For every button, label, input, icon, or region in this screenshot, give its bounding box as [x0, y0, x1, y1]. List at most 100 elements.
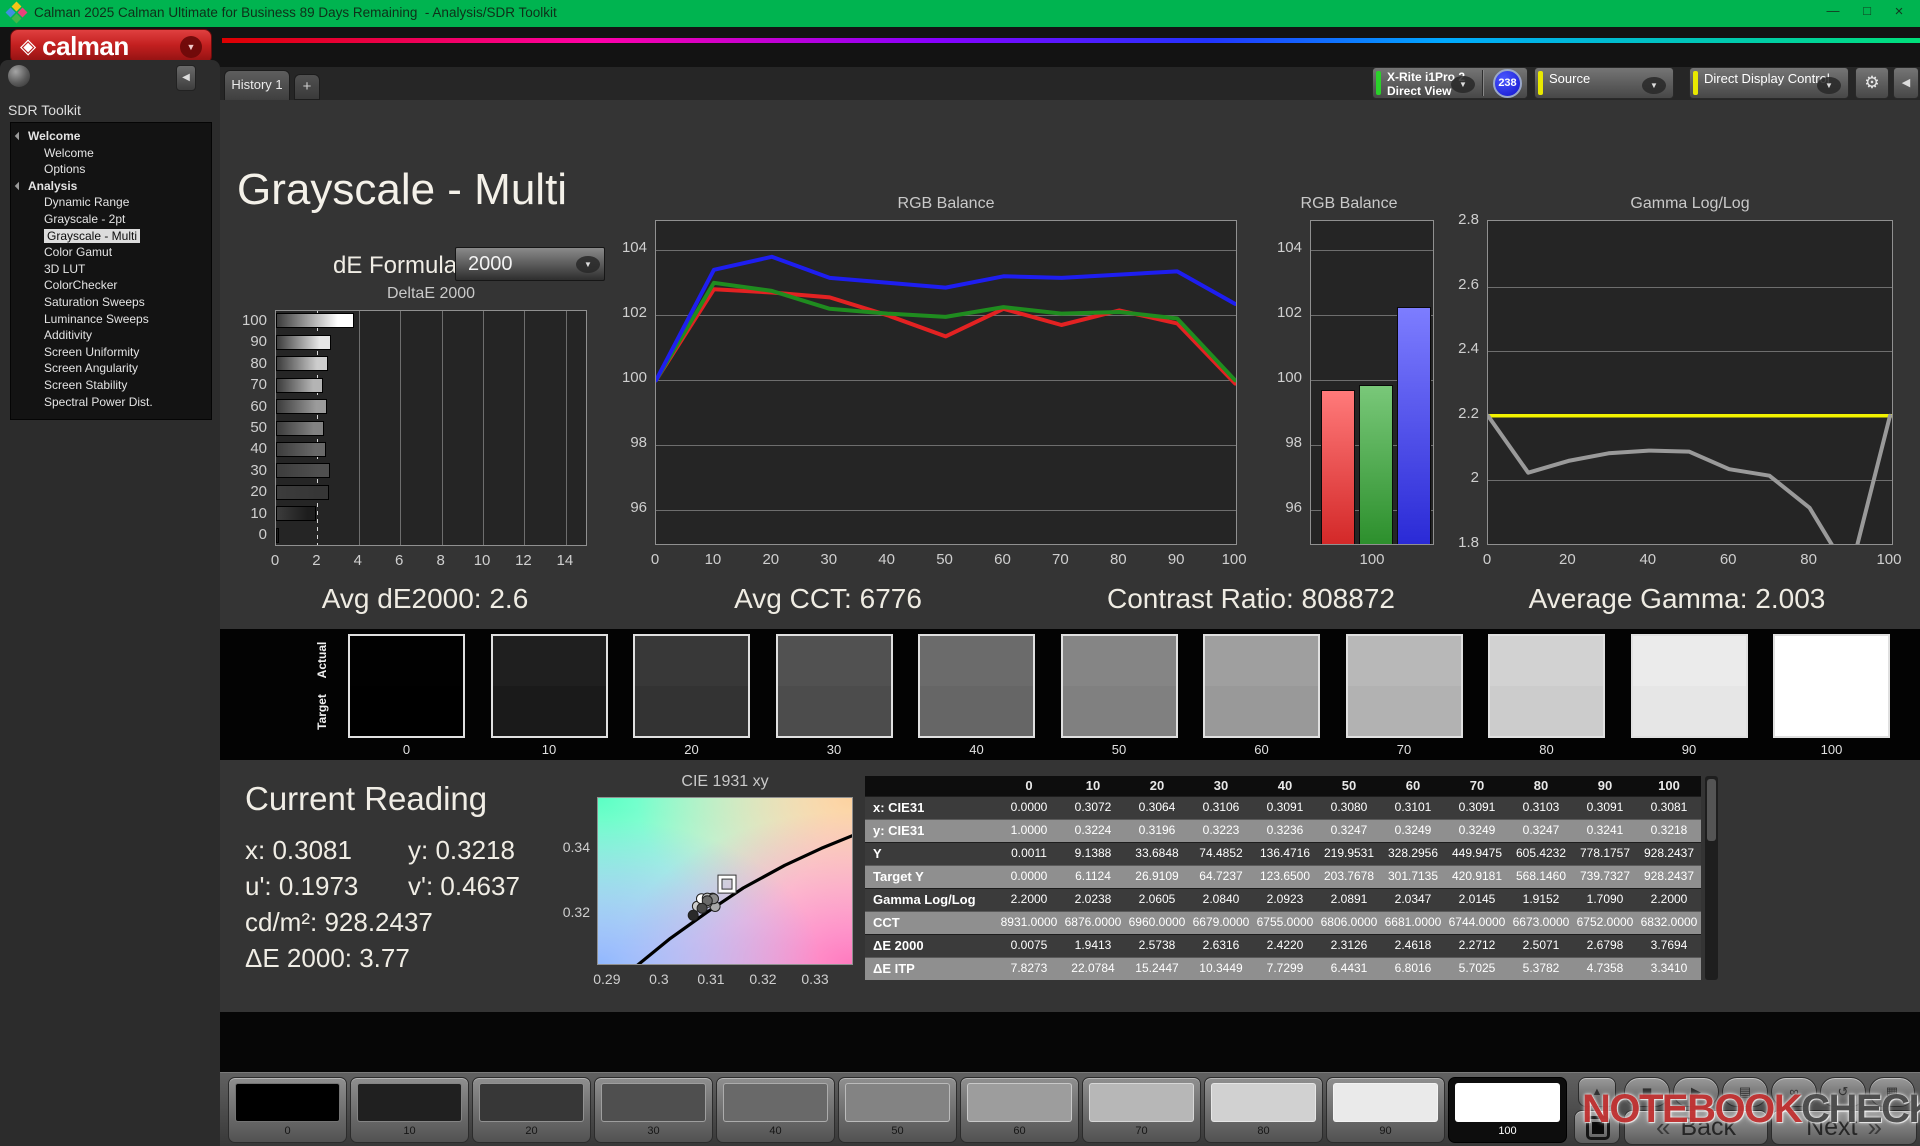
next-button[interactable]: Next » — [1771, 1110, 1917, 1145]
sidebar-item-grayscale-2pt[interactable]: Grayscale - 2pt — [11, 211, 211, 228]
pattern-button-60[interactable]: 60 — [960, 1077, 1079, 1143]
swatch-60 — [1203, 634, 1320, 738]
swatch-target — [1062, 686, 1176, 736]
table-cell: 6960.0000 — [1125, 911, 1189, 934]
table-row-label: ΔE 2000 — [865, 934, 997, 957]
table-row-label: Y — [865, 842, 997, 865]
tab-history-1[interactable]: History 1 — [224, 70, 290, 100]
add-tab-button[interactable]: + — [294, 74, 320, 100]
rgb-bar-green — [1359, 385, 1393, 544]
sidebar-item-welcome[interactable]: Welcome — [11, 128, 211, 145]
swatch-actual — [1775, 636, 1888, 686]
sidebar-item-analysis[interactable]: Analysis — [11, 178, 211, 195]
calman-menu-button[interactable]: ◈ calman ▼ — [10, 29, 212, 64]
transport-button-3[interactable]: ▤ — [1722, 1077, 1768, 1107]
close-button[interactable]: × — [1884, 3, 1914, 23]
scrollbar-thumb[interactable] — [1707, 779, 1716, 841]
pattern-button-90[interactable]: 90 — [1326, 1077, 1445, 1143]
source-dropdown[interactable]: Source ▼ — [1534, 67, 1674, 99]
pattern-button-50[interactable]: 50 — [838, 1077, 957, 1143]
sidebar-item-luminance-sweeps[interactable]: Luminance Sweeps — [11, 311, 211, 328]
pattern-button-30[interactable]: 30 — [594, 1077, 713, 1143]
transport-button-6[interactable]: ▦ — [1869, 1077, 1915, 1107]
axis-tick-label: 104 — [621, 239, 647, 257]
pattern-button-40[interactable]: 40 — [716, 1077, 835, 1143]
swatch-100 — [1773, 634, 1890, 738]
sidebar-collapse-button[interactable]: ◀ — [176, 65, 196, 91]
swatch-actual — [1205, 636, 1318, 686]
meter-dropdown[interactable]: X-Rite i1Pro 2 Direct View ▼ 238 — [1372, 67, 1528, 99]
transport-button-5[interactable]: ↺ — [1820, 1077, 1866, 1107]
gridline — [524, 311, 526, 545]
axis-tick-label: 0.32 — [562, 904, 590, 920]
axis-tick-label: 10 — [473, 552, 491, 569]
sidebar-item-additivity[interactable]: Additivity — [11, 327, 211, 344]
pattern-button-20[interactable]: 20 — [472, 1077, 591, 1143]
eject-button[interactable]: ▲ — [1578, 1077, 1616, 1107]
swatch-label: 30 — [826, 742, 842, 757]
axis-tick-label: 100 — [1276, 369, 1302, 387]
chevron-down-icon: ▼ — [180, 35, 202, 58]
table-cell: 6876.0000 — [1061, 911, 1125, 934]
table-column-header: 100 — [1637, 776, 1701, 796]
sidebar-item-screen-angularity[interactable]: Screen Angularity — [11, 360, 211, 377]
sidebar-item-saturation-sweeps[interactable]: Saturation Sweeps — [11, 294, 211, 311]
table-cell: 9.1388 — [1061, 842, 1125, 865]
pattern-button-100[interactable]: 100 — [1448, 1077, 1567, 1143]
bottom-spacer — [220, 1012, 1920, 1072]
axis-tick-label: 96 — [630, 499, 647, 517]
sidebar-item-color-gamut[interactable]: Color Gamut — [11, 244, 211, 261]
pattern-button-0[interactable]: 0 — [228, 1077, 347, 1143]
settings-gear-button[interactable]: ⚙ — [1855, 67, 1889, 99]
transport-button-4[interactable]: ∞ — [1771, 1077, 1817, 1107]
sidebar-item-colorchecker[interactable]: ColorChecker — [11, 277, 211, 294]
table-cell: 5.7025 — [1445, 957, 1509, 980]
axis-tick-label: 80 — [1109, 551, 1127, 568]
table-column-header: 0 — [997, 776, 1061, 796]
sidebar-item-spectral-power-dist[interactable]: Spectral Power Dist. — [11, 394, 211, 411]
transport-button-1[interactable]: ◼ — [1624, 1077, 1670, 1107]
sidebar-item-screen-uniformity[interactable]: Screen Uniformity — [11, 344, 211, 361]
table-cell: 1.7090 — [1573, 888, 1637, 911]
sidebar-item-grayscale-multi[interactable]: Grayscale - Multi — [11, 228, 211, 245]
table-cell: 449.9475 — [1445, 842, 1509, 865]
display-control-dropdown[interactable]: Direct Display Control ▼ — [1689, 67, 1849, 99]
series-gamma — [1488, 413, 1892, 544]
table-cell: 1.9152 — [1509, 888, 1573, 911]
sidebar-item-options[interactable]: Options — [11, 161, 211, 178]
minimize-button[interactable]: — — [1818, 3, 1848, 23]
maximize-button[interactable]: □ — [1852, 3, 1882, 23]
axis-tick-label: 0.29 — [593, 971, 621, 987]
axis-tick-label: 2.2 — [1458, 404, 1479, 422]
sidebar-item-label: Options — [44, 162, 86, 177]
table-row-label: Gamma Log/Log — [865, 888, 997, 911]
pattern-button-70[interactable]: 70 — [1082, 1077, 1201, 1143]
sidebar-item-dynamic-range[interactable]: Dynamic Range — [11, 194, 211, 211]
swatch-40 — [918, 634, 1035, 738]
sidebar-item-screen-stability[interactable]: Screen Stability — [11, 377, 211, 394]
table-cell: 739.7327 — [1573, 865, 1637, 888]
sidebar-item-label: Color Gamut — [44, 245, 113, 260]
pattern-button-10[interactable]: 10 — [350, 1077, 469, 1143]
swatch-80 — [1488, 634, 1605, 738]
transport-button-2[interactable]: ▶ — [1673, 1077, 1719, 1107]
panel-collapse-button[interactable]: ◀ — [1893, 67, 1919, 99]
next-chevron-icon: » — [1867, 1112, 1882, 1142]
table-cell: 0.3223 — [1189, 819, 1253, 842]
sidebar-item-welcome[interactable]: Welcome — [11, 145, 211, 162]
swatch-target — [350, 686, 463, 736]
table-cell: 568.1460 — [1509, 865, 1573, 888]
table-cell: 64.7237 — [1189, 865, 1253, 888]
pattern-button-80[interactable]: 80 — [1204, 1077, 1323, 1143]
stat-avg-de2000: Avg dE2000: 2.6 — [321, 583, 529, 614]
sidebar-item-3d-lut[interactable]: 3D LUT — [11, 261, 211, 278]
axis-tick-label: 90 — [1167, 551, 1185, 568]
swatch-label: 100 — [1820, 742, 1843, 757]
back-button[interactable]: « Back — [1624, 1110, 1768, 1145]
swatch-actual — [777, 636, 891, 686]
reading-y: y: 0.3218 — [408, 835, 515, 865]
source-label: Source — [1549, 71, 1591, 86]
swatch-actual — [350, 636, 463, 686]
stop-button[interactable] — [1574, 1110, 1620, 1144]
table-cell: 928.2437 — [1637, 865, 1701, 888]
